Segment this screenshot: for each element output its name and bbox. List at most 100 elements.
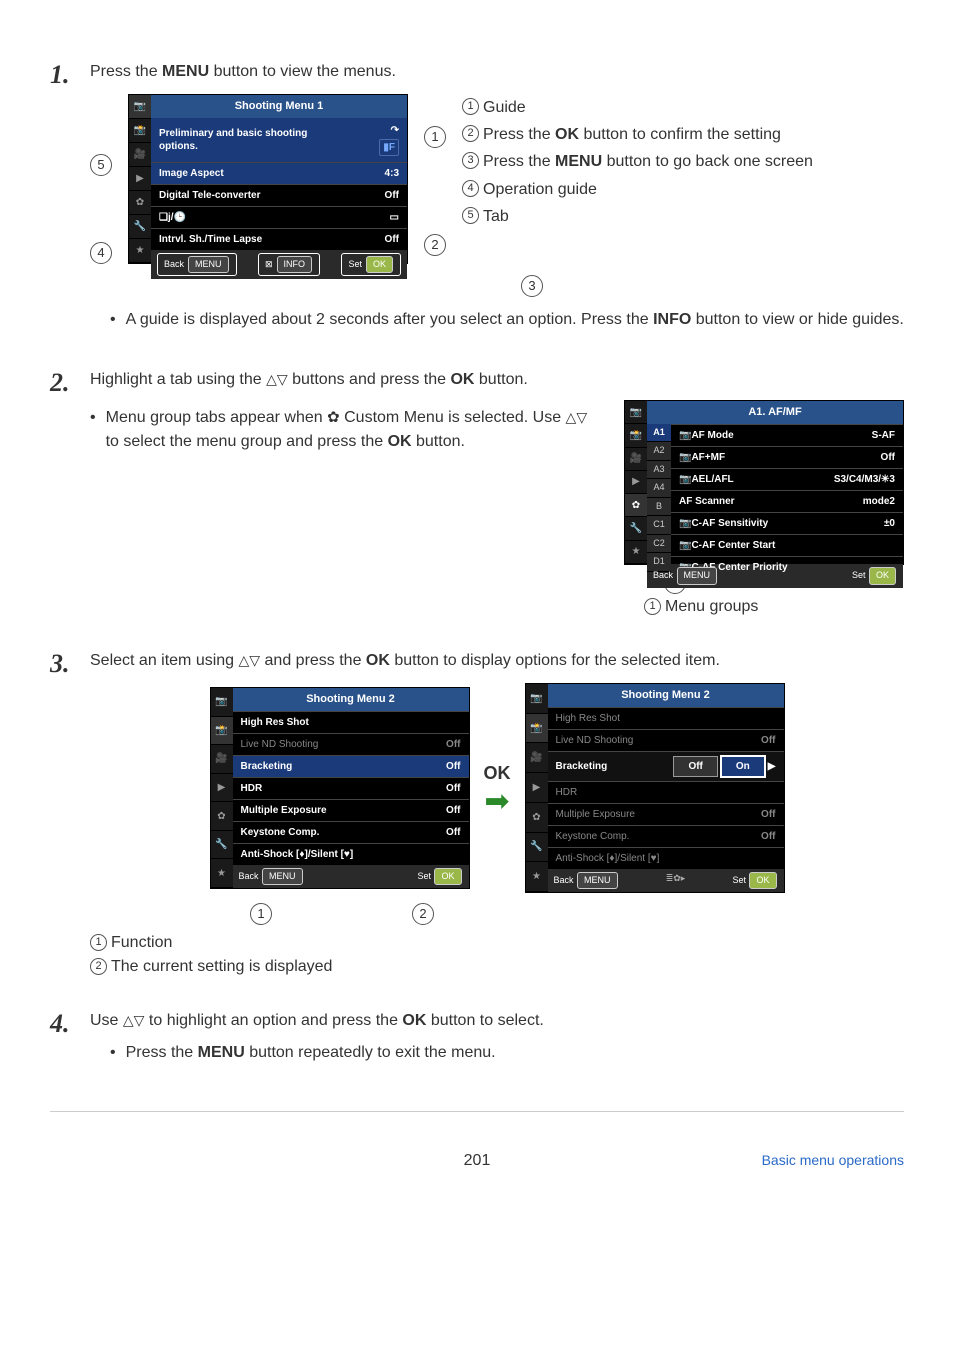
info-button[interactable]: ⊠ INFO [258,253,320,277]
menu-row[interactable]: Multiple ExposureOff [233,799,469,821]
ok-label: OK [484,760,511,787]
legend-menu-groups: Menu groups [665,598,758,615]
tab-icon[interactable]: ★ [129,239,151,263]
tab-icon[interactable]: 📸 [526,714,548,744]
menu-row[interactable]: Intrvl. Sh./Time LapseOff [151,228,407,250]
menu-row[interactable]: 📷C-AF Center Start [671,534,903,556]
menu-row[interactable]: BracketingOff [233,755,469,777]
tab-icon[interactable]: 🔧 [526,833,548,863]
menu-row[interactable]: AF Scannermode2 [671,490,903,512]
tab-icon[interactable]: 🎥 [211,745,233,774]
menu-row[interactable]: Anti-Shock [♦]/Silent [♥] [233,843,469,865]
tab-icon[interactable]: 📸 [129,119,151,143]
menu-row[interactable]: 📷AF ModeS-AF [671,424,903,446]
menu-row[interactable]: High Res Shot [233,711,469,733]
menu-hint: Preliminary and basic shooting options. [159,127,319,153]
set-button[interactable]: Set OK [852,567,897,585]
tab-icon[interactable]: ▶ [526,773,548,803]
quality-icon: ▮F [379,139,399,156]
hint-arrow-icon: ↷ [391,124,399,137]
tab-icon[interactable]: 🎥 [526,743,548,773]
tab-icon[interactable]: 🔧 [625,517,647,540]
menu-row[interactable]: ❑j/🕒▭ [151,206,407,228]
menu-title: Shooting Menu 2 [233,688,469,711]
set-button[interactable]: Set OK [417,868,462,886]
back-button[interactable]: Back MENU [653,567,718,585]
menu-row[interactable]: Keystone Comp.Off [233,821,469,843]
tab-icon[interactable]: ✿ [625,494,647,517]
step-4: 4. Use △▽ to highlight an option and pre… [50,1009,904,1071]
menu-row: Anti-Shock [♦]/Silent [♥] [548,847,784,869]
shooting-menu-2-left: 📷 📸 🎥 ▶ ✿ 🔧 ★ Shooting Menu 2 High Res S… [210,687,470,889]
menu-row: Keystone Comp.Off [548,825,784,847]
menu-row[interactable]: Image Aspect4:3 [151,162,407,184]
back-button[interactable]: Back MENU [554,872,619,890]
step-number: 1. [50,60,90,90]
step1-note: A guide is displayed about 2 seconds aft… [126,308,904,332]
tab-icon[interactable]: 📷 [625,401,647,424]
shooting-menu-2-right: 📷 📸 🎥 ▶ ✿ 🔧 ★ Shooting Menu 2 High Res S… [525,683,785,893]
shooting-menu-1: 📷 📸 🎥 ▶ ✿ 🔧 ★ Shooting Menu 1 Preliminar… [128,94,408,264]
tab-icon[interactable]: 🎥 [625,448,647,471]
menu-row-bracketing[interactable]: Bracketing Off On ▶ [548,751,784,781]
legend-function: Function [111,934,172,951]
subtab[interactable]: C1 [647,516,671,535]
tab-icon[interactable]: 📷 [211,688,233,717]
tab-icon[interactable]: ▶ [129,167,151,191]
set-button[interactable]: Set OK [732,872,777,890]
step2-bullet: Menu group tabs appear when ✿ Custom Men… [106,406,600,454]
tab-icon[interactable]: 📸 [211,717,233,746]
menu-row: HDR [548,781,784,803]
callout-1: 1 [250,903,272,925]
subtab[interactable]: B [647,498,671,517]
back-button[interactable]: Back MENU [157,253,237,277]
tab-icon[interactable]: ✿ [129,191,151,215]
tab-icon[interactable]: 🔧 [211,831,233,860]
tab-icon[interactable]: 📷 [129,95,151,119]
tab-icon[interactable]: 📷 [526,684,548,714]
menu-title: Shooting Menu 2 [548,684,784,707]
tab-icon[interactable]: 📸 [625,424,647,447]
tab-icon[interactable]: 🔧 [129,215,151,239]
subtab[interactable]: A1 [647,424,671,443]
option-off[interactable]: Off [673,756,717,777]
tab-icon[interactable]: ✿ [211,802,233,831]
tab-icon[interactable]: 🎥 [129,143,151,167]
step-2: 2. Highlight a tab using the △▽ buttons … [50,368,904,619]
menu-row[interactable]: Digital Tele-converterOff [151,184,407,206]
tab-icon[interactable]: ▶ [625,471,647,494]
callout-3: 3 [521,275,543,297]
callout-4: 4 [90,242,112,264]
callout-2: 2 [424,234,446,256]
subtab[interactable]: A2 [647,442,671,461]
tab-icon[interactable]: ★ [211,859,233,888]
menu-row: Live ND ShootingOff [548,729,784,751]
step2-intro: Highlight a tab using the △▽ buttons and… [90,368,904,392]
legend-current-setting: The current setting is displayed [111,958,332,975]
step4-intro: Use △▽ to highlight an option and press … [90,1009,904,1033]
menu-title: Shooting Menu 1 [151,95,407,118]
set-button[interactable]: Set OK [341,253,401,277]
mid-icon: ≣✿▸ [666,872,686,890]
step-number: 3. [50,649,90,679]
menu-row[interactable]: 📷C-AF Sensitivity±0 [671,512,903,534]
option-on[interactable]: On [720,755,766,778]
menu-row[interactable]: HDROff [233,777,469,799]
menu-row[interactable]: 📷AF+MFOff [671,446,903,468]
subtab[interactable]: A4 [647,479,671,498]
callout-1: 1 [424,126,446,148]
menu-row: Live ND ShootingOff [233,733,469,755]
tab-icon[interactable]: ★ [625,541,647,564]
back-button[interactable]: Back MENU [239,868,304,886]
subtab[interactable]: C2 [647,535,671,554]
step4-bullet: Press the MENU button repeatedly to exit… [126,1041,496,1065]
custom-menu-a1: 📷 📸 🎥 ▶ ✿ 🔧 ★ A1. AF/MF [624,400,904,565]
footer-link[interactable]: Basic menu operations [762,1152,904,1168]
step-1: 1. Press the MENU button to view the men… [50,60,904,338]
subtab[interactable]: A3 [647,461,671,480]
menu-row[interactable]: 📷AEL/AFLS3/C4/M3/✳3 [671,468,903,490]
chevron-right-icon: ▶ [768,759,776,774]
tab-icon[interactable]: ✿ [526,803,548,833]
tab-icon[interactable]: ★ [526,862,548,892]
tab-icon[interactable]: ▶ [211,774,233,803]
